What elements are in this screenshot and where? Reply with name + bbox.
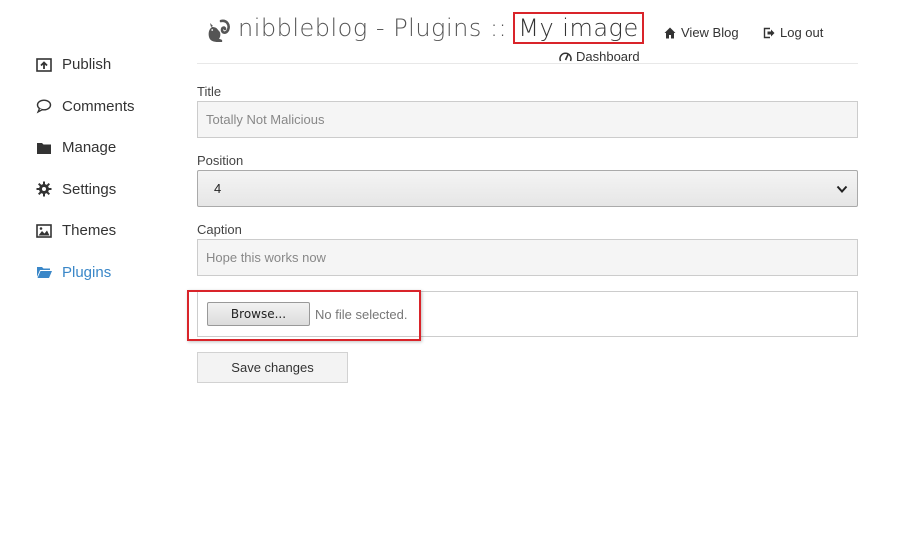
view-blog-label: View Blog	[681, 25, 739, 40]
folder-open-icon	[36, 264, 52, 280]
file-upload-field: Browse... No file selected.	[187, 290, 858, 341]
publish-icon	[36, 57, 52, 73]
gear-icon	[36, 181, 52, 197]
sidebar-item-settings[interactable]: Settings	[36, 169, 186, 211]
dashboard-icon	[559, 52, 572, 62]
comment-icon	[36, 98, 52, 114]
sidebar-item-label: Themes	[62, 222, 117, 240]
save-changes-button[interactable]: Save changes	[197, 352, 348, 383]
dashboard-link[interactable]: Dashboard	[559, 49, 640, 64]
sidebar-item-comments[interactable]: Comments	[36, 86, 186, 128]
chevron-down-icon	[836, 185, 848, 193]
sidebar-item-label: Plugins	[62, 263, 112, 281]
title-input[interactable]	[197, 101, 858, 138]
sidebar-item-label: Comments	[62, 97, 135, 115]
browse-button[interactable]: Browse...	[207, 302, 310, 326]
logout-label: Log out	[780, 25, 824, 40]
view-blog-link[interactable]: View Blog	[664, 25, 739, 40]
file-status: No file selected.	[315, 307, 408, 322]
sidebar: Publish Comments Manage Settings Themes …	[36, 44, 186, 293]
logout-icon	[763, 27, 775, 38]
plugin-name: My image	[513, 12, 644, 44]
plugin-config-form: Title Position 4 Caption Browse... No fi…	[187, 84, 858, 383]
page-title: nibbleblog - Plugins :: My image	[238, 12, 644, 44]
dashboard-label: Dashboard	[576, 49, 640, 64]
logout-link[interactable]: Log out	[763, 25, 823, 40]
caption-label: Caption	[197, 222, 242, 237]
position-label: Position	[197, 153, 244, 168]
sidebar-item-plugins[interactable]: Plugins	[36, 252, 186, 294]
sidebar-item-label: Settings	[62, 180, 117, 198]
position-selected-value: 4	[214, 181, 222, 196]
home-icon	[664, 27, 676, 38]
sidebar-item-themes[interactable]: Themes	[36, 210, 186, 252]
folder-icon	[36, 140, 52, 156]
position-select[interactable]: 4	[197, 170, 858, 207]
sidebar-item-label: Publish	[62, 56, 112, 74]
sidebar-item-label: Manage	[62, 139, 117, 157]
sidebar-item-manage[interactable]: Manage	[36, 127, 186, 169]
app-title: nibbleblog - Plugins ::	[238, 14, 508, 42]
image-icon	[36, 223, 52, 239]
squirrel-logo-icon	[205, 18, 231, 44]
page-header: nibbleblog - Plugins :: My image View Bl…	[197, 10, 858, 64]
caption-input[interactable]	[197, 239, 858, 276]
sidebar-item-publish[interactable]: Publish	[36, 44, 186, 86]
title-label: Title	[197, 84, 222, 99]
